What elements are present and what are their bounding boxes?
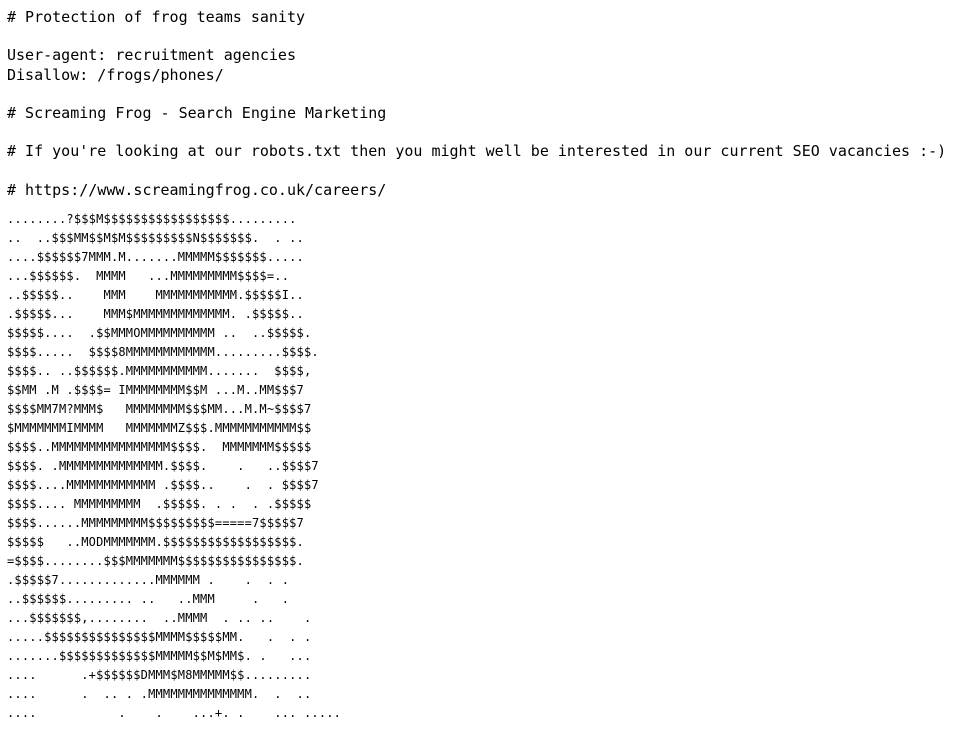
robots-txt-document: # Protection of frog teams sanity User-a…: [0, 0, 957, 748]
robots-txt-directives: # Protection of frog teams sanity User-a…: [7, 8, 947, 199]
frog-ascii-art: ........?$$$M$$$$$$$$$$$$$$$$$......... …: [7, 212, 342, 721]
